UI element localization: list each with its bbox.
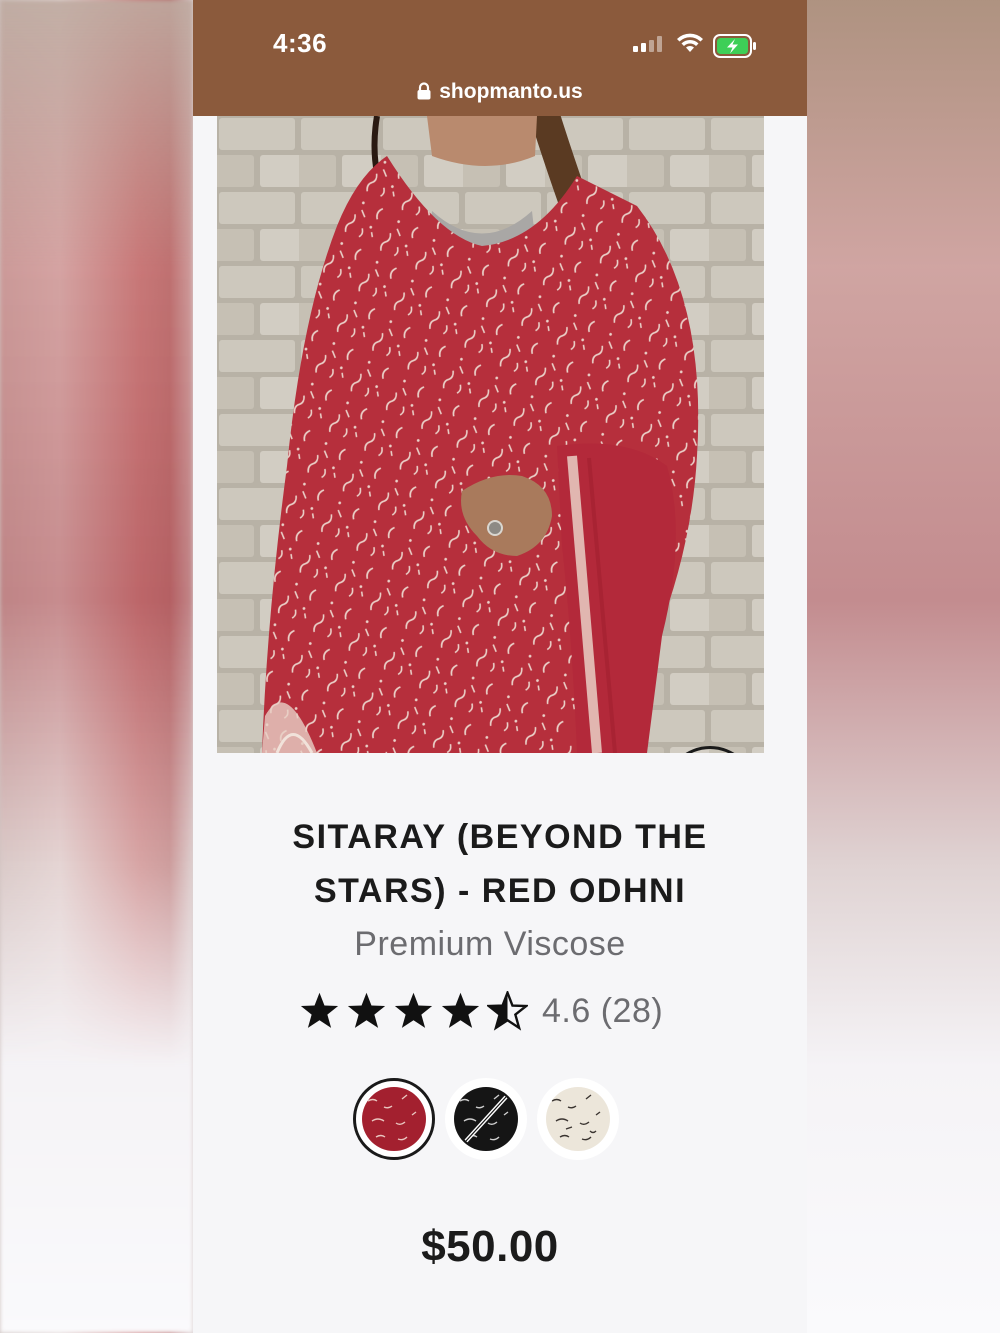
product-image[interactable] — [217, 116, 764, 753]
star-half-icon — [487, 991, 528, 1031]
swatch-black-fill — [454, 1087, 518, 1151]
swatch-red[interactable] — [353, 1078, 435, 1160]
star-full-icon — [347, 992, 386, 1028]
signal-icon — [633, 36, 665, 57]
swatch-red-fill — [362, 1087, 426, 1151]
product-rating[interactable]: 4.6 (28) — [299, 988, 663, 1034]
product-title[interactable]: SITARAY (BEYOND THE STARS) - RED ODHNI — [233, 810, 767, 918]
product-material: Premium Viscose — [354, 925, 626, 963]
star-full-icon — [441, 992, 480, 1028]
star-full-icon — [300, 992, 339, 1028]
phone-screen: 4:36 shopmanto.us SITARAY (BEYOND THE ST… — [193, 0, 807, 1333]
status-bar: 4:36 shopmanto.us — [193, 0, 807, 116]
status-time: 4:36 — [273, 28, 328, 58]
blurred-background-right — [807, 0, 1000, 1333]
swatch-black-unavailable[interactable] — [445, 1078, 527, 1160]
product-price: $50.00 — [421, 1222, 559, 1271]
wifi-icon — [676, 32, 704, 59]
blurred-background-left — [0, 0, 193, 1333]
swatch-ivory-fill — [546, 1087, 610, 1151]
color-swatches — [353, 1078, 619, 1160]
battery-charging-icon — [713, 34, 757, 63]
rating-text: 4.6 (28) — [542, 991, 664, 1030]
url-text: shopmanto.us — [439, 80, 583, 103]
swatch-ivory[interactable] — [537, 1078, 619, 1160]
star-full-icon — [394, 992, 433, 1028]
rating-stars — [299, 991, 528, 1031]
lock-icon — [417, 82, 431, 106]
address-bar[interactable]: shopmanto.us — [193, 80, 807, 106]
